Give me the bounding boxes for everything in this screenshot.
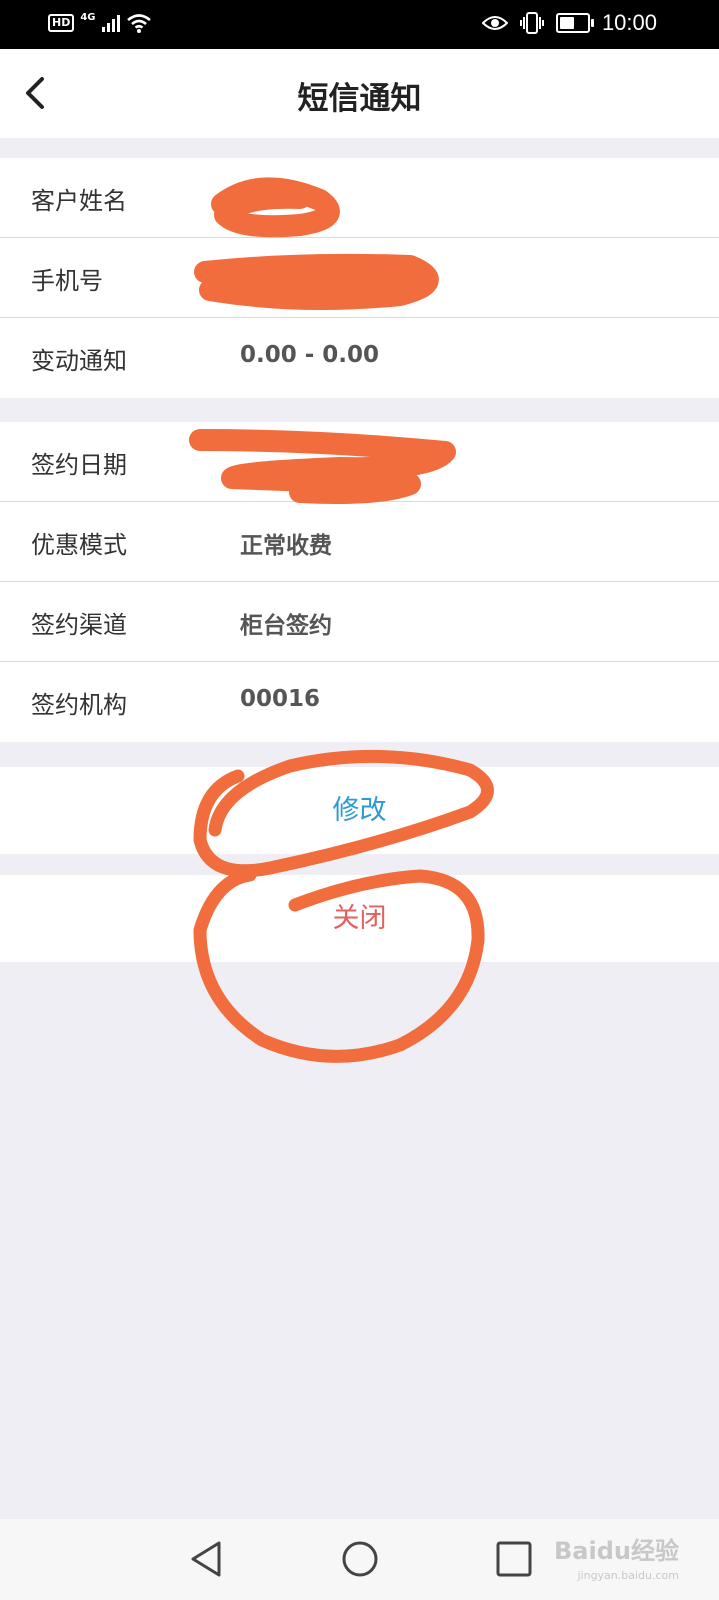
discount-mode-label: 优惠模式 xyxy=(31,531,127,559)
wifi-icon xyxy=(126,14,151,33)
home-circle-icon[interactable] xyxy=(340,1539,380,1579)
status-right: 10:00 xyxy=(481,10,657,36)
close-button[interactable]: 关闭 xyxy=(0,875,719,962)
row-customer-name: 客户姓名 xyxy=(0,158,719,238)
info-group-contract: 签约日期 优惠模式 正常收费 签约渠道 柜台签约 签约机构 00016 xyxy=(0,422,719,742)
nav-bar: 短信通知 xyxy=(0,49,719,138)
eye-comfort-icon xyxy=(481,16,508,30)
watermark: Baidu经验 xyxy=(554,1537,679,1565)
battery-level xyxy=(559,17,575,29)
status-bar: HD 4G 10:00 xyxy=(0,0,719,49)
sign-institution-label: 签约机构 xyxy=(31,691,127,719)
row-sign-channel: 签约渠道 柜台签约 xyxy=(0,582,719,662)
recents-square-icon[interactable] xyxy=(494,1539,534,1579)
vibrate-icon xyxy=(519,12,544,34)
row-change-notice: 变动通知 0.00 - 0.00 xyxy=(0,318,719,398)
phone-label: 手机号 xyxy=(31,267,103,295)
change-notice-label: 变动通知 xyxy=(31,347,127,375)
status-left: HD 4G xyxy=(48,12,152,34)
sign-channel-value: 柜台签约 xyxy=(240,613,332,639)
signal-icon xyxy=(101,14,120,32)
network-type: 4G xyxy=(80,11,96,23)
change-notice-value: 0.00 - 0.00 xyxy=(240,342,380,368)
sign-date-label: 签约日期 xyxy=(31,451,127,479)
hd-icon: HD xyxy=(48,14,75,32)
sign-institution-value: 00016 xyxy=(240,686,321,712)
row-sign-date: 签约日期 xyxy=(0,422,719,502)
watermark-sub: jingyan.baidu.com xyxy=(577,1569,679,1582)
customer-name-label: 客户姓名 xyxy=(31,187,127,215)
modify-button[interactable]: 修改 xyxy=(0,767,719,854)
back-triangle-icon[interactable] xyxy=(187,1539,227,1579)
clock: 10:00 xyxy=(601,10,657,35)
battery-icon xyxy=(555,13,594,33)
system-nav-bar: Baidu经验 jingyan.baidu.com xyxy=(0,1519,719,1600)
info-group-customer: 客户姓名 手机号 变动通知 0.00 - 0.00 xyxy=(0,158,719,398)
discount-mode-value: 正常收费 xyxy=(240,533,332,559)
sign-channel-label: 签约渠道 xyxy=(31,611,127,639)
page-title: 短信通知 xyxy=(297,81,422,117)
row-sign-institution: 签约机构 00016 xyxy=(0,662,719,742)
row-discount-mode: 优惠模式 正常收费 xyxy=(0,502,719,582)
row-phone: 手机号 xyxy=(0,238,719,318)
